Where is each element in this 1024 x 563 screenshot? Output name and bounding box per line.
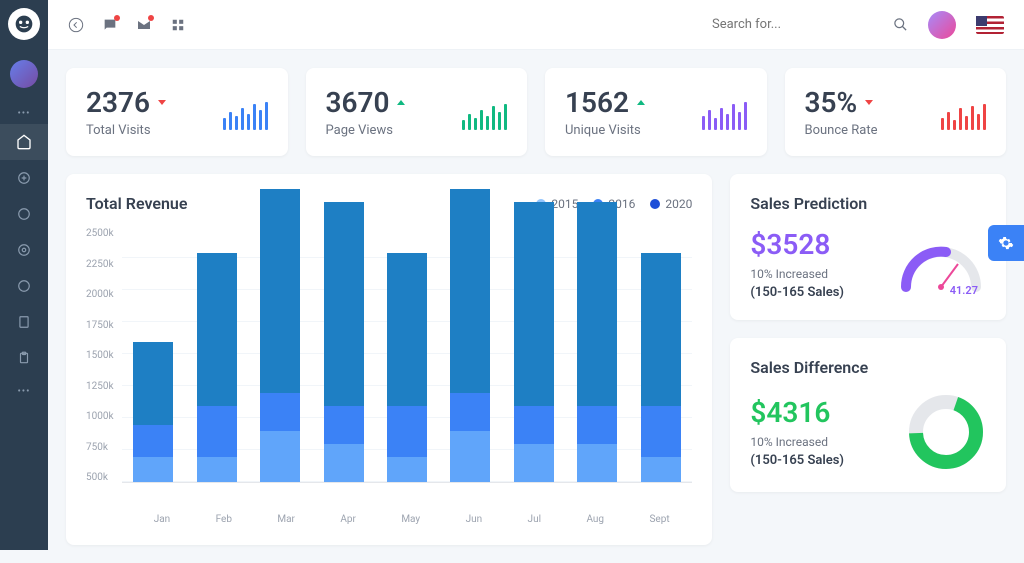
nav-separator: ••• bbox=[17, 108, 30, 119]
difference-title: Sales Difference bbox=[750, 358, 986, 377]
y-tick: 500k bbox=[86, 472, 114, 483]
sidebar-avatar[interactable] bbox=[10, 60, 38, 88]
grid-icon[interactable] bbox=[170, 17, 186, 33]
nav-item-icon[interactable] bbox=[0, 196, 48, 232]
user-avatar[interactable] bbox=[928, 11, 956, 39]
x-tick: Jun bbox=[466, 514, 483, 525]
x-tick: Aug bbox=[586, 514, 604, 525]
bar-group bbox=[577, 202, 617, 483]
bar-group bbox=[197, 253, 237, 483]
bar-group bbox=[324, 202, 364, 483]
flag-icon[interactable] bbox=[976, 16, 1004, 34]
prediction-range: (150-165 Sales) bbox=[750, 285, 844, 300]
prediction-sub: 10% Increased bbox=[750, 267, 844, 281]
stat-value: 35% bbox=[805, 86, 878, 119]
y-tick: 2500k bbox=[86, 228, 114, 239]
bar-group bbox=[133, 342, 173, 482]
search-input[interactable] bbox=[712, 17, 852, 32]
stat-label: Bounce Rate bbox=[805, 123, 878, 138]
y-tick: 2250k bbox=[86, 259, 114, 270]
difference-range: (150-165 Sales) bbox=[750, 453, 844, 468]
chat-icon[interactable] bbox=[102, 17, 118, 33]
stat-card: 1562 Unique Visits bbox=[545, 68, 767, 156]
y-tick: 1250k bbox=[86, 381, 114, 392]
y-tick: 1750k bbox=[86, 320, 114, 331]
x-tick: Apr bbox=[340, 514, 356, 525]
prediction-amount: $3528 bbox=[750, 228, 844, 261]
gauge-value: 41.27 bbox=[950, 284, 978, 297]
sparkline-icon bbox=[702, 95, 747, 130]
difference-card: Sales Difference $4316 10% Increased (15… bbox=[730, 338, 1006, 492]
nav-item-icon[interactable] bbox=[0, 268, 48, 304]
bar-group bbox=[387, 253, 427, 483]
nav-docs-icon[interactable] bbox=[0, 304, 48, 340]
back-icon[interactable] bbox=[68, 17, 84, 33]
search-box bbox=[712, 17, 908, 33]
mail-icon[interactable] bbox=[136, 17, 152, 33]
x-tick: Feb bbox=[216, 514, 232, 525]
topbar bbox=[48, 0, 1024, 50]
stat-card: 3670 Page Views bbox=[306, 68, 528, 156]
x-tick: Sept bbox=[649, 514, 669, 525]
stat-card: 2376 Total Visits bbox=[66, 68, 288, 156]
difference-amount: $4316 bbox=[750, 396, 844, 429]
revenue-title: Total Revenue bbox=[86, 194, 187, 213]
stat-card: 35% Bounce Rate bbox=[785, 68, 1007, 156]
nav-separator: ••• bbox=[17, 386, 30, 397]
nav-home-icon[interactable] bbox=[0, 124, 48, 160]
y-tick: 2000k bbox=[86, 289, 114, 300]
sparkline-icon bbox=[223, 95, 268, 130]
x-tick: Mar bbox=[277, 514, 295, 525]
nav-item-icon[interactable] bbox=[0, 160, 48, 196]
sparkline-icon bbox=[462, 95, 507, 130]
bar-group bbox=[450, 189, 490, 482]
prediction-title: Sales Prediction bbox=[750, 194, 986, 213]
y-tick: 1000k bbox=[86, 411, 114, 422]
legend-item: 2020 bbox=[650, 197, 692, 211]
difference-sub: 10% Increased bbox=[750, 435, 844, 449]
stat-value: 2376 bbox=[86, 86, 166, 119]
search-icon[interactable] bbox=[892, 17, 908, 33]
x-tick: Jul bbox=[528, 514, 541, 525]
nav-clipboard-icon[interactable] bbox=[0, 340, 48, 376]
settings-gear-icon[interactable] bbox=[988, 225, 1024, 261]
x-tick: Jan bbox=[154, 514, 170, 525]
bar-group bbox=[514, 202, 554, 483]
donut-chart bbox=[906, 392, 986, 472]
revenue-card: Total Revenue 201520162020 2500k2250k200… bbox=[66, 174, 712, 545]
nav-item-icon[interactable] bbox=[0, 232, 48, 268]
gauge-chart: 41.27 bbox=[896, 232, 986, 297]
bar-group bbox=[260, 189, 300, 482]
stat-value: 1562 bbox=[565, 86, 645, 119]
y-tick: 750k bbox=[86, 442, 114, 453]
stat-label: Page Views bbox=[326, 123, 406, 138]
prediction-card: Sales Prediction $3528 10% Increased (15… bbox=[730, 174, 1006, 320]
sidebar: ••• ••• bbox=[0, 0, 48, 550]
bar-group bbox=[641, 253, 681, 483]
logo-icon[interactable] bbox=[8, 8, 40, 40]
stat-label: Total Visits bbox=[86, 123, 166, 138]
stat-label: Unique Visits bbox=[565, 123, 645, 138]
x-tick: May bbox=[401, 514, 420, 525]
sparkline-icon bbox=[941, 95, 986, 130]
y-tick: 1500k bbox=[86, 350, 114, 361]
stat-value: 3670 bbox=[326, 86, 406, 119]
